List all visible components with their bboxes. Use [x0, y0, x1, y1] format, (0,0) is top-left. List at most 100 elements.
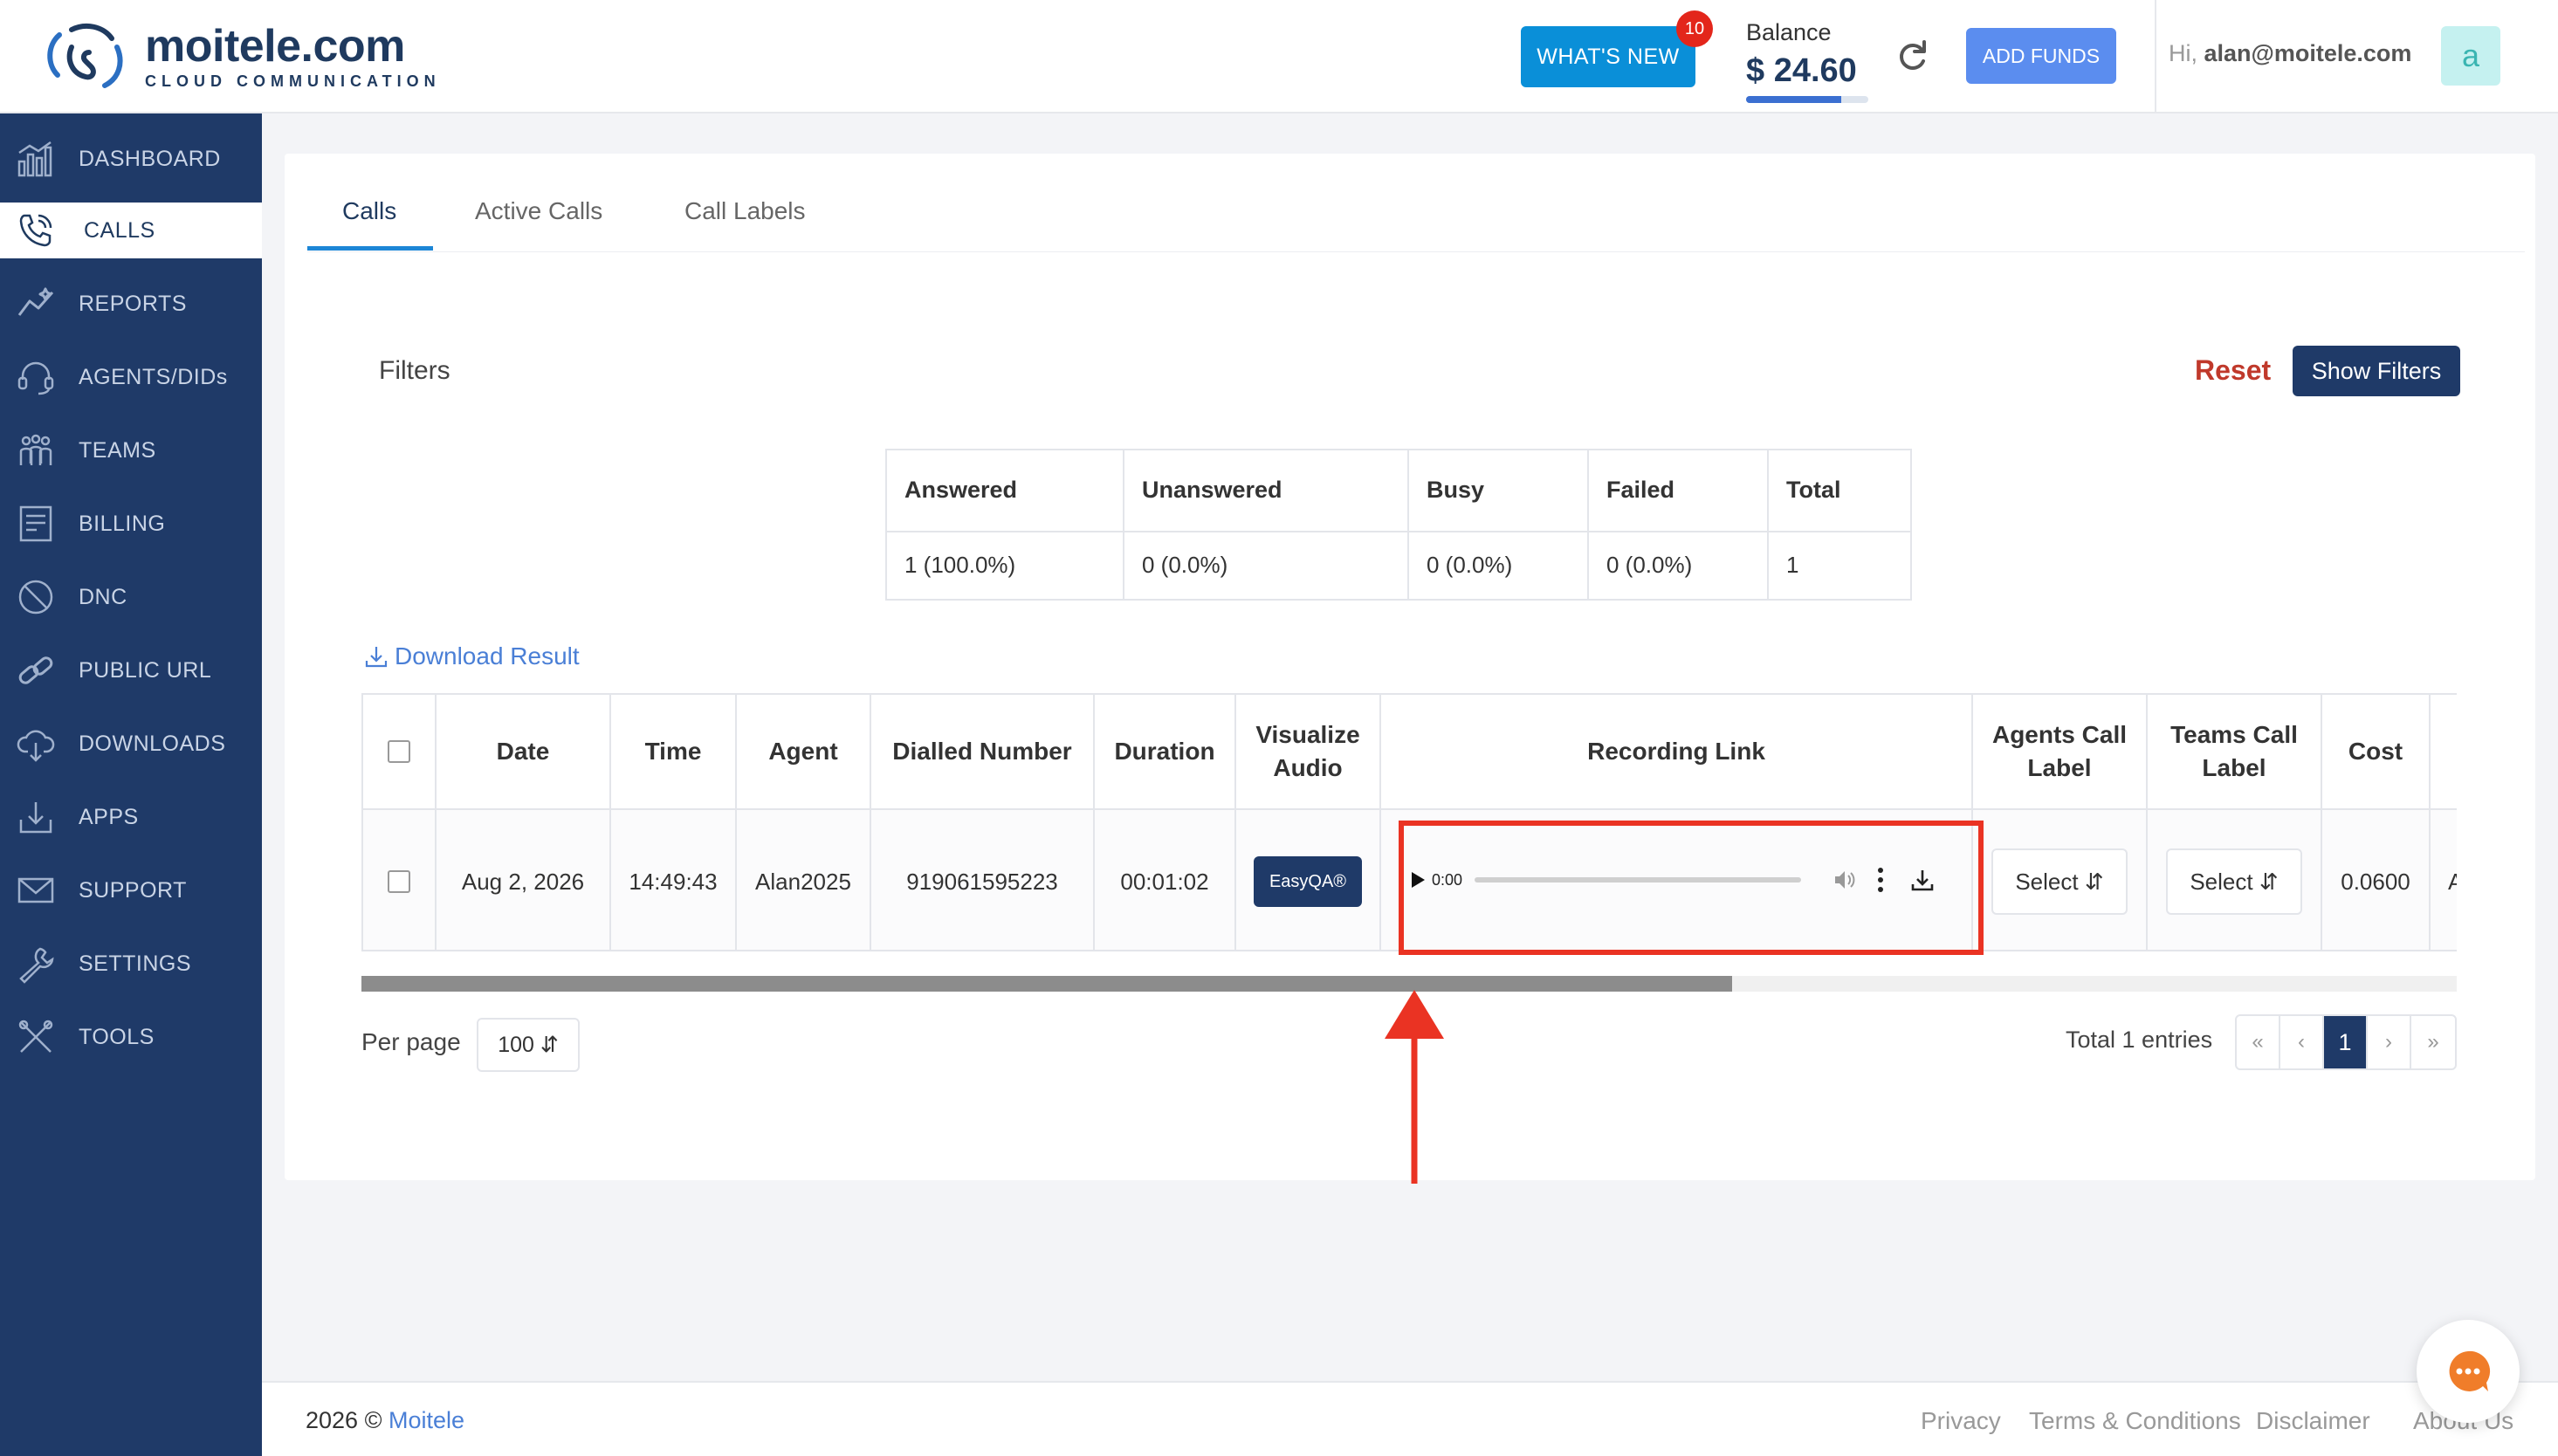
active-tab-indicator	[307, 246, 433, 251]
top-header: moitele.com CLOUD COMMUNICATION WHAT'S N…	[0, 0, 2558, 113]
header-date[interactable]: Date	[437, 695, 611, 808]
sidebar-item-label: DOWNLOADS	[79, 731, 226, 756]
pagination: « ‹ 1 › »	[2235, 1014, 2457, 1070]
sidebar-item-label: SETTINGS	[79, 951, 192, 976]
sidebar-item-label: TEAMS	[79, 437, 156, 463]
chat-icon	[2449, 1350, 2491, 1391]
recording-highlight-box	[1399, 821, 1984, 955]
header-dialled-number[interactable]: Dialled Number	[871, 695, 1095, 808]
header-text: Visualize	[1255, 721, 1360, 748]
sidebar-item-apps[interactable]: APPS	[0, 789, 262, 845]
headset-icon	[17, 361, 54, 395]
tab-calls[interactable]: Calls	[342, 197, 396, 225]
footer-brand-link[interactable]: Moitele	[389, 1407, 464, 1433]
tab-call-labels[interactable]: Call Labels	[684, 197, 806, 225]
logo-icon	[47, 23, 123, 88]
sidebar-item-label: APPS	[79, 804, 139, 829]
header-agent[interactable]: Agent	[737, 695, 871, 808]
row-checkbox[interactable]	[388, 870, 410, 893]
header-recording-link: Recording Link	[1381, 695, 1973, 808]
easyqa-button[interactable]: EasyQA®	[1254, 856, 1362, 907]
sidebar-item-label: CALLS	[84, 217, 155, 243]
summary-header: Failed	[1606, 477, 1675, 503]
tab-active-calls[interactable]: Active Calls	[475, 197, 602, 225]
sidebar: DASHBOARD CALLS REPORTS AGENTS/DIDs TEAM…	[0, 113, 262, 1456]
header-time[interactable]: Time	[611, 695, 737, 808]
header-text: Agents Call	[1991, 721, 2128, 748]
cell-time: 14:49:43	[611, 810, 737, 950]
summary-header: Busy	[1427, 477, 1485, 503]
cell-dialled-number: 919061595223	[871, 810, 1095, 950]
page-prev[interactable]: ‹	[2280, 1016, 2324, 1068]
show-filters-button[interactable]: Show Filters	[2293, 346, 2460, 396]
sidebar-item-tools[interactable]: TOOLS	[0, 1009, 262, 1065]
refresh-icon[interactable]	[1893, 37, 1931, 75]
sort-caret-icon: ⇵	[2259, 868, 2279, 895]
whats-new-button[interactable]: WHAT'S NEW	[1521, 26, 1695, 87]
summary-busy: Busy 0 (0.0%)	[1409, 450, 1589, 599]
header-text: Label	[2027, 754, 2092, 781]
footer-link-terms[interactable]: Terms & Conditions	[2029, 1407, 2241, 1435]
moitele-logo[interactable]: moitele.com CLOUD COMMUNICATION	[40, 21, 441, 93]
per-page-select[interactable]: 100 ⇵	[477, 1018, 580, 1072]
reports-icon	[17, 287, 54, 316]
sort-caret-icon: ⇵	[540, 1033, 559, 1057]
arrow-up-icon	[1385, 990, 1444, 1184]
summary-unanswered: Unanswered 0 (0.0%)	[1124, 450, 1409, 599]
cell-cost: 0.0600	[2322, 810, 2431, 950]
header-cost[interactable]: Cost	[2322, 695, 2431, 808]
sidebar-item-agents-dids[interactable]: AGENTS/DIDs	[0, 349, 262, 405]
sidebar-item-settings[interactable]: SETTINGS	[0, 936, 262, 992]
filters-label: Filters	[379, 356, 450, 385]
dashboard-icon	[17, 141, 52, 177]
footer-link-privacy[interactable]: Privacy	[1921, 1407, 2001, 1435]
cell-duration: 00:01:02	[1095, 810, 1236, 950]
select-value: Select	[2190, 868, 2253, 895]
page-next[interactable]: ›	[2368, 1016, 2411, 1068]
reset-button[interactable]: Reset	[2195, 354, 2271, 387]
balance-bar	[1746, 96, 1868, 103]
sidebar-item-support[interactable]: SUPPORT	[0, 862, 262, 918]
sidebar-item-dnc[interactable]: DNC	[0, 569, 262, 625]
agents-label-select[interactable]: Select ⇵	[1991, 848, 2128, 915]
add-funds-button[interactable]: ADD FUNDS	[1966, 28, 2116, 84]
summary-header: Total	[1786, 477, 1841, 503]
cloud-download-icon	[17, 730, 55, 762]
summary-header: Answered	[904, 477, 1018, 503]
summary-value: 1	[1786, 552, 1799, 578]
user-greeting[interactable]: Hi, alan@moitele.com	[2169, 40, 2411, 67]
teams-label-select[interactable]: Select ⇵	[2166, 848, 2302, 915]
summary-value: 0 (0.0%)	[1606, 552, 1693, 578]
sidebar-item-billing[interactable]: BILLING	[0, 496, 262, 552]
page-current[interactable]: 1	[2324, 1016, 2368, 1068]
cell-agents-call-label: Select ⇵	[1973, 810, 2148, 950]
logo-tagline: CLOUD COMMUNICATION	[145, 72, 441, 90]
sidebar-item-downloads[interactable]: DOWNLOADS	[0, 716, 262, 772]
tools-icon	[18, 1020, 53, 1053]
sidebar-item-label: PUBLIC URL	[79, 657, 212, 683]
sidebar-item-label: AGENTS/DIDs	[79, 364, 228, 389]
sidebar-item-reports[interactable]: REPORTS	[0, 276, 262, 332]
sidebar-item-calls[interactable]: CALLS	[0, 203, 262, 258]
sidebar-item-teams[interactable]: TEAMS	[0, 422, 262, 478]
apps-icon	[19, 802, 52, 834]
logo-name: moitele.com	[145, 20, 405, 72]
cell-date: Aug 2, 2026	[437, 810, 611, 950]
sidebar-item-label: DNC	[79, 584, 127, 609]
download-result-link[interactable]: Download Result	[363, 642, 580, 670]
scrollbar-thumb[interactable]	[361, 976, 1732, 992]
sidebar-item-label: DASHBOARD	[79, 146, 221, 171]
avatar[interactable]: a	[2441, 26, 2500, 86]
sidebar-item-public-url[interactable]: PUBLIC URL	[0, 642, 262, 698]
select-all-checkbox[interactable]	[388, 740, 410, 763]
header-visualize-audio: Visualize Audio	[1236, 695, 1381, 808]
footer-link-disclaimer[interactable]: Disclaimer	[2256, 1407, 2370, 1435]
select-value: Select	[2015, 868, 2079, 895]
billing-icon	[19, 505, 52, 542]
header-duration[interactable]: Duration	[1095, 695, 1236, 808]
sidebar-item-dashboard[interactable]: DASHBOARD	[0, 131, 262, 187]
chat-widget-button[interactable]	[2417, 1320, 2520, 1423]
page-first[interactable]: «	[2237, 1016, 2280, 1068]
cell-visualize-audio: EasyQA®	[1236, 810, 1381, 950]
page-last[interactable]: »	[2411, 1016, 2455, 1068]
